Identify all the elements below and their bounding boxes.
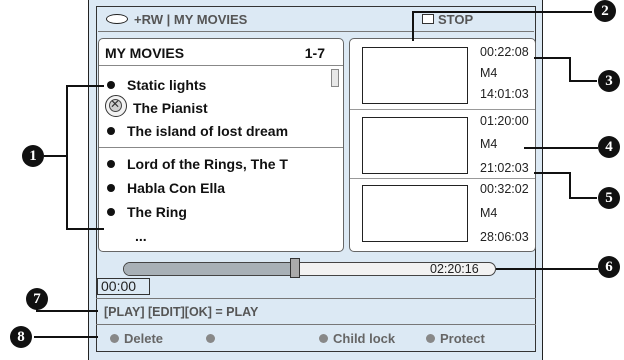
list-item[interactable]: Lord of the Rings, The T [107, 156, 288, 172]
scrollbar[interactable] [331, 69, 339, 87]
callout-6-line [496, 268, 598, 270]
thumbnail[interactable] [362, 185, 468, 242]
callout-3-line [569, 80, 597, 82]
yellow-key-icon [319, 334, 328, 343]
callout-1-line [66, 85, 104, 87]
progress-handle[interactable] [289, 258, 300, 278]
blue-key-icon [426, 334, 435, 343]
list-item[interactable]: The island of lost dream [107, 123, 288, 139]
list-divider [99, 65, 343, 66]
thumbnail[interactable] [362, 47, 468, 104]
thumb-info-mode: M4 [480, 137, 498, 151]
thumb-info-date: 21:02:03 [480, 161, 529, 175]
callout-4-line [524, 147, 598, 149]
bullet-icon [107, 184, 115, 193]
callout-4-badge: 4 [598, 136, 620, 158]
callout-5-line [569, 172, 571, 198]
list-divider [99, 147, 343, 148]
command-hint: [PLAY] [EDIT][OK] = PLAY [104, 305, 259, 319]
thumbnail-panel: 00:22:08 M4 14:01:03 01:20:00 M4 21:02:0… [349, 38, 536, 252]
red-key-icon [110, 334, 119, 343]
green-key-icon [206, 334, 215, 343]
callout-6-badge: 6 [598, 256, 620, 278]
total-time: 02:20:16 [430, 262, 479, 276]
callout-5-badge: 5 [598, 187, 620, 209]
callout-1-bracket [66, 85, 68, 229]
callout-2-badge: 2 [594, 0, 616, 22]
command-hint-bar: [PLAY] [EDIT][OK] = PLAY [96, 298, 536, 324]
list-more: ... [135, 228, 147, 244]
list-item[interactable]: The Ring [107, 204, 187, 220]
callout-7-badge: 7 [26, 288, 48, 310]
delete-key[interactable]: Delete [110, 331, 163, 346]
callout-5-line [534, 172, 570, 174]
thumb-info-date: 28:06:03 [480, 230, 529, 244]
callout-3-line [534, 57, 570, 59]
elapsed-time: 00:00 [97, 278, 150, 295]
stop-label: STOP [438, 12, 474, 27]
protect-key[interactable]: Protect [426, 331, 485, 346]
thumb-info-time: 01:20:00 [480, 114, 529, 128]
color-key-bar: Delete Child lock Protect [96, 324, 536, 350]
thumb-divider [350, 109, 535, 110]
thumb-info-mode: M4 [480, 206, 498, 220]
callout-3-line [569, 57, 571, 81]
list-range: 1-7 [304, 45, 325, 61]
disc-icon [106, 14, 128, 24]
list-item[interactable]: Static lights [107, 77, 206, 93]
bullet-icon [107, 81, 115, 90]
movie-list-panel: MY MOVIES 1-7 Static lights The Pianist … [98, 38, 344, 252]
thumbnail[interactable] [362, 117, 468, 174]
callout-2-line [412, 11, 592, 13]
callout-7-line [36, 310, 98, 312]
bullet-icon [107, 208, 115, 217]
callout-1-badge: 1 [22, 145, 44, 167]
selection-cursor-icon [105, 95, 127, 117]
callout-3-badge: 3 [598, 70, 620, 92]
list-title: MY MOVIES [105, 45, 185, 61]
progress-fill [124, 263, 295, 275]
callout-8-line [34, 336, 98, 338]
callout-5-line [569, 197, 597, 199]
thumb-divider [350, 178, 535, 179]
child-lock-key[interactable]: Child lock [319, 331, 395, 346]
callout-2-line [412, 11, 414, 41]
thumb-info-time: 00:32:02 [480, 182, 529, 196]
list-item[interactable]: Habla Con Ella [107, 180, 225, 196]
stop-icon [422, 14, 434, 24]
list-item-selected[interactable]: The Pianist [133, 100, 208, 116]
callout-8-badge: 8 [10, 326, 32, 348]
callout-1-line [44, 155, 66, 157]
green-key[interactable] [206, 331, 220, 346]
bullet-icon [107, 127, 115, 136]
header-title: +RW | MY MOVIES [134, 12, 248, 27]
thumb-info-mode: M4 [480, 66, 498, 80]
callout-1-line [66, 228, 104, 230]
thumb-info-date: 14:01:03 [480, 87, 529, 101]
bullet-icon [107, 160, 115, 169]
thumb-info-time: 00:22:08 [480, 45, 529, 59]
